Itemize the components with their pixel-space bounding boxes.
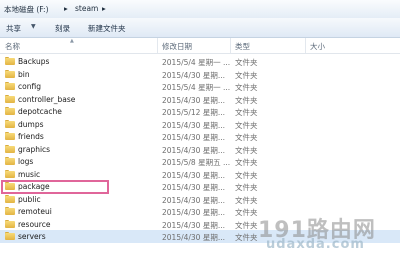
file-date: 2015/4/30 星期... — [162, 220, 225, 230]
file-row[interactable]: dumps 2015/4/30 星期... 文件夹 — [0, 118, 400, 131]
file-date: 2015/5/4 星期一 ... — [162, 58, 231, 67]
file-name: config — [18, 82, 41, 91]
folder-icon — [5, 169, 15, 178]
file-date: 2015/5/8 星期五 ... — [162, 158, 231, 167]
folder-icon — [5, 132, 15, 140]
file-date: 2015/4/30 星期... — [162, 145, 225, 155]
folder-icon — [5, 82, 15, 90]
file-name: depotcache — [18, 107, 62, 116]
file-row[interactable]: graphics 2015/4/30 星期... 文件夹 — [0, 143, 400, 156]
chevron-right-icon[interactable]: ▸ — [102, 4, 106, 13]
file-type: 文件夹 — [235, 195, 258, 205]
file-type: 文件夹 — [235, 95, 258, 105]
file-row[interactable]: Backups 2015/5/4 星期一 ... 文件夹 — [0, 55, 400, 68]
folder-icon — [5, 157, 15, 165]
column-divider[interactable] — [230, 38, 231, 53]
file-type: 文件夹 — [235, 208, 258, 217]
file-type: 文件夹 — [235, 233, 258, 242]
file-type: 文件夹 — [235, 70, 258, 80]
file-type: 文件夹 — [235, 133, 258, 142]
file-name: dumps — [18, 119, 44, 129]
folder-icon — [5, 69, 15, 78]
folder-icon — [5, 207, 15, 215]
file-date: 2015/4/30 星期... — [162, 233, 225, 242]
file-name: controller_base — [18, 94, 76, 104]
folder-icon — [5, 219, 15, 228]
file-date: 2015/4/30 星期... — [162, 183, 225, 192]
command-bar: 共享 ▼ 刻录 新建文件夹 — [0, 18, 400, 38]
chevron-right-icon[interactable]: ▸ — [64, 4, 68, 13]
folder-icon — [5, 119, 15, 128]
file-row[interactable]: public 2015/4/30 星期... 文件夹 — [0, 193, 400, 206]
chevron-down-icon[interactable]: ▼ — [31, 23, 36, 30]
file-row[interactable]: depotcache 2015/5/12 星期... 文件夹 — [0, 105, 400, 118]
file-type: 文件夹 — [235, 183, 258, 192]
file-row[interactable]: bin 2015/4/30 星期... 文件夹 — [0, 68, 400, 81]
file-name: music — [18, 169, 41, 179]
file-name: resource — [18, 219, 51, 229]
file-row[interactable]: friends 2015/4/30 星期... 文件夹 — [0, 130, 400, 143]
file-type: 文件夹 — [235, 58, 258, 67]
file-name: logs — [18, 157, 34, 166]
file-date: 2015/4/30 星期... — [162, 170, 225, 180]
folder-icon — [5, 107, 15, 115]
file-row[interactable]: config 2015/5/4 星期一 ... 文件夹 — [0, 80, 400, 93]
file-row[interactable]: logs 2015/5/8 星期五 ... 文件夹 — [0, 155, 400, 168]
file-date: 2015/5/12 星期... — [162, 108, 225, 117]
file-date: 2015/4/30 星期... — [162, 120, 225, 130]
file-type: 文件夹 — [235, 108, 258, 117]
file-date: 2015/5/4 星期一 ... — [162, 83, 231, 92]
folder-icon — [5, 144, 15, 153]
folder-icon — [5, 232, 15, 240]
column-divider[interactable] — [305, 38, 306, 53]
new-folder-button[interactable]: 新建文件夹 — [88, 23, 126, 34]
file-name: Backups — [18, 57, 50, 66]
column-date[interactable]: 修改日期 — [162, 41, 192, 52]
share-button[interactable]: 共享 — [6, 23, 21, 34]
file-type: 文件夹 — [235, 83, 258, 92]
address-bar[interactable]: 本地磁盘 (F:) ▸ steam ▸ — [0, 0, 400, 19]
file-type: 文件夹 — [235, 145, 258, 155]
column-header: ▲ 名称 修改日期 类型 大小 — [0, 38, 400, 54]
burn-button[interactable]: 刻录 — [55, 23, 70, 34]
file-name: servers — [18, 232, 46, 241]
file-type: 文件夹 — [235, 170, 258, 180]
column-size[interactable]: 大小 — [310, 41, 325, 52]
file-date: 2015/4/30 星期... — [162, 133, 225, 142]
file-name: graphics — [18, 144, 51, 154]
file-name: friends — [18, 132, 44, 141]
column-type[interactable]: 类型 — [235, 41, 250, 52]
folder-icon — [5, 194, 15, 203]
sort-arrow-icon: ▲ — [70, 38, 74, 44]
file-date: 2015/4/30 星期... — [162, 95, 225, 105]
breadcrumb-drive[interactable]: 本地磁盘 (F:) — [4, 4, 49, 15]
package-highlight-box — [1, 180, 109, 194]
file-row[interactable]: controller_base 2015/4/30 星期... 文件夹 — [0, 93, 400, 106]
file-row[interactable]: music 2015/4/30 星期... 文件夹 — [0, 168, 400, 181]
file-name: bin — [18, 69, 30, 79]
watermark-url: udaxda.com — [266, 237, 365, 252]
folder-icon — [5, 57, 15, 65]
folder-icon — [5, 94, 15, 103]
file-name: remoteui — [18, 207, 52, 216]
file-type: 文件夹 — [235, 220, 258, 230]
file-date: 2015/4/30 星期... — [162, 70, 225, 80]
file-type: 文件夹 — [235, 120, 258, 130]
file-name: public — [18, 194, 41, 204]
column-name[interactable]: 名称 — [5, 41, 20, 52]
file-date: 2015/4/30 星期... — [162, 195, 225, 205]
file-date: 2015/4/30 星期... — [162, 208, 225, 217]
file-type: 文件夹 — [235, 158, 258, 167]
column-divider[interactable] — [157, 38, 158, 53]
breadcrumb-steam[interactable]: steam — [75, 4, 98, 13]
